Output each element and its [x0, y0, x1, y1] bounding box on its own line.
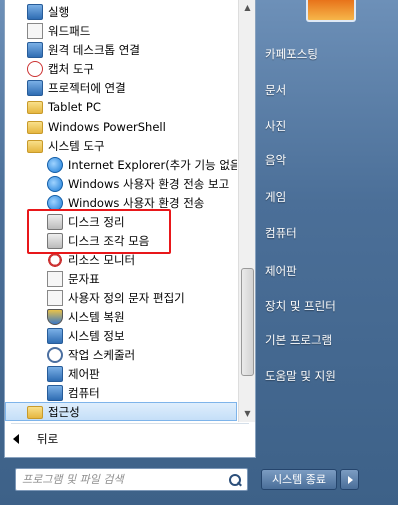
- right-item-control-panel[interactable]: 제어판: [265, 263, 297, 279]
- program-item-easy-transfer-reports[interactable]: Windows 사용자 환경 전송 보고: [5, 174, 237, 193]
- folder-icon: [27, 140, 43, 153]
- remote-desktop-icon: [27, 41, 43, 58]
- scroll-down-arrow-icon[interactable]: ▼: [239, 406, 256, 422]
- start-menu: 실행 워드패드 원격 데스크톱 연결 캡처 도구 프로젝터에 연결 Tablet…: [0, 0, 398, 505]
- program-item-run[interactable]: 실행: [5, 2, 237, 21]
- all-programs-list: 실행 워드패드 원격 데스크톱 연결 캡처 도구 프로젝터에 연결 Tablet…: [5, 0, 237, 422]
- user-avatar[interactable]: [306, 0, 356, 22]
- back-button[interactable]: 뒤로: [13, 431, 58, 447]
- projector-icon: [27, 79, 43, 96]
- shutdown-button[interactable]: 시스템 종료: [261, 469, 337, 490]
- programs-panel: 실행 워드패드 원격 데스크톱 연결 캡처 도구 프로젝터에 연결 Tablet…: [4, 0, 256, 458]
- right-item-documents[interactable]: 문서: [265, 82, 286, 98]
- internet-explorer-icon: [47, 156, 63, 173]
- wordpad-icon: [27, 22, 43, 39]
- right-item-music[interactable]: 음악: [265, 152, 286, 168]
- program-item-snipping-tool[interactable]: 캡처 도구: [5, 59, 237, 78]
- program-item-easy-transfer[interactable]: Windows 사용자 환경 전송: [5, 193, 237, 212]
- control-panel-icon: [47, 365, 63, 382]
- program-item-projector[interactable]: 프로젝터에 연결: [5, 78, 237, 97]
- program-item-system-information[interactable]: 시스템 정보: [5, 326, 237, 345]
- shutdown-options-button[interactable]: [340, 469, 359, 490]
- program-item-computer[interactable]: 컴퓨터: [5, 383, 237, 402]
- program-item-ie-no-addons[interactable]: Internet Explorer(추가 기능 없음: [5, 155, 237, 174]
- program-item-disk-defragmenter[interactable]: 디스크 조각 모음: [5, 231, 237, 250]
- right-item-help-support[interactable]: 도움말 및 지원: [265, 368, 336, 384]
- scroll-up-arrow-icon[interactable]: ▲: [239, 0, 256, 16]
- task-scheduler-icon: [47, 346, 63, 363]
- character-map-icon: [47, 270, 63, 287]
- divider: [11, 423, 249, 424]
- resource-monitor-icon: [47, 251, 63, 268]
- program-item-remote-desktop[interactable]: 원격 데스크톱 연결: [5, 40, 237, 59]
- program-item-character-map[interactable]: 문자표: [5, 269, 237, 288]
- computer-icon: [47, 384, 63, 401]
- right-item-computer[interactable]: 컴퓨터: [265, 225, 297, 241]
- back-arrow-icon: [13, 434, 19, 444]
- program-item-private-character-editor[interactable]: 사용자 정의 문자 편집기: [5, 288, 237, 307]
- right-item-pictures[interactable]: 사진: [265, 118, 286, 134]
- back-label: 뒤로: [37, 432, 59, 446]
- programs-scrollbar[interactable]: ▲ ▼: [238, 0, 255, 422]
- scroll-thumb[interactable]: [241, 268, 254, 376]
- folder-icon: [27, 101, 43, 114]
- folder-item-tablet-pc[interactable]: Tablet PC: [5, 97, 237, 116]
- search-box[interactable]: [15, 468, 248, 491]
- private-character-editor-icon: [47, 289, 63, 306]
- easy-transfer-report-icon: [47, 175, 63, 192]
- search-icon[interactable]: [229, 473, 241, 486]
- program-item-task-scheduler[interactable]: 작업 스케줄러: [5, 345, 237, 364]
- folder-item-accessibility[interactable]: 접근성: [5, 402, 237, 421]
- right-item-default-programs[interactable]: 기본 프로그램: [265, 332, 332, 348]
- right-item-cafe-posting[interactable]: 카페포스팅: [265, 46, 318, 62]
- program-item-system-restore[interactable]: 시스템 복원: [5, 307, 237, 326]
- folder-item-powershell[interactable]: Windows PowerShell: [5, 117, 237, 136]
- system-restore-icon: [47, 308, 63, 325]
- folder-icon: [27, 406, 43, 419]
- program-item-disk-cleanup[interactable]: 디스크 정리: [5, 212, 237, 231]
- program-item-control-panel[interactable]: 제어판: [5, 364, 237, 383]
- system-information-icon: [47, 327, 63, 344]
- arrow-right-icon: [348, 476, 353, 484]
- folder-icon: [27, 121, 43, 134]
- right-item-devices-printers[interactable]: 장치 및 프린터: [265, 298, 336, 314]
- run-icon: [27, 3, 43, 20]
- search-input[interactable]: [22, 473, 212, 486]
- right-item-games[interactable]: 게임: [265, 189, 286, 205]
- disk-defragmenter-icon: [47, 232, 63, 249]
- program-item-wordpad[interactable]: 워드패드: [5, 21, 237, 40]
- snipping-tool-icon: [27, 60, 43, 77]
- disk-cleanup-icon: [47, 213, 63, 230]
- easy-transfer-icon: [47, 194, 63, 211]
- folder-item-system-tools[interactable]: 시스템 도구: [5, 136, 237, 155]
- program-item-resource-monitor[interactable]: 리소스 모니터: [5, 250, 237, 269]
